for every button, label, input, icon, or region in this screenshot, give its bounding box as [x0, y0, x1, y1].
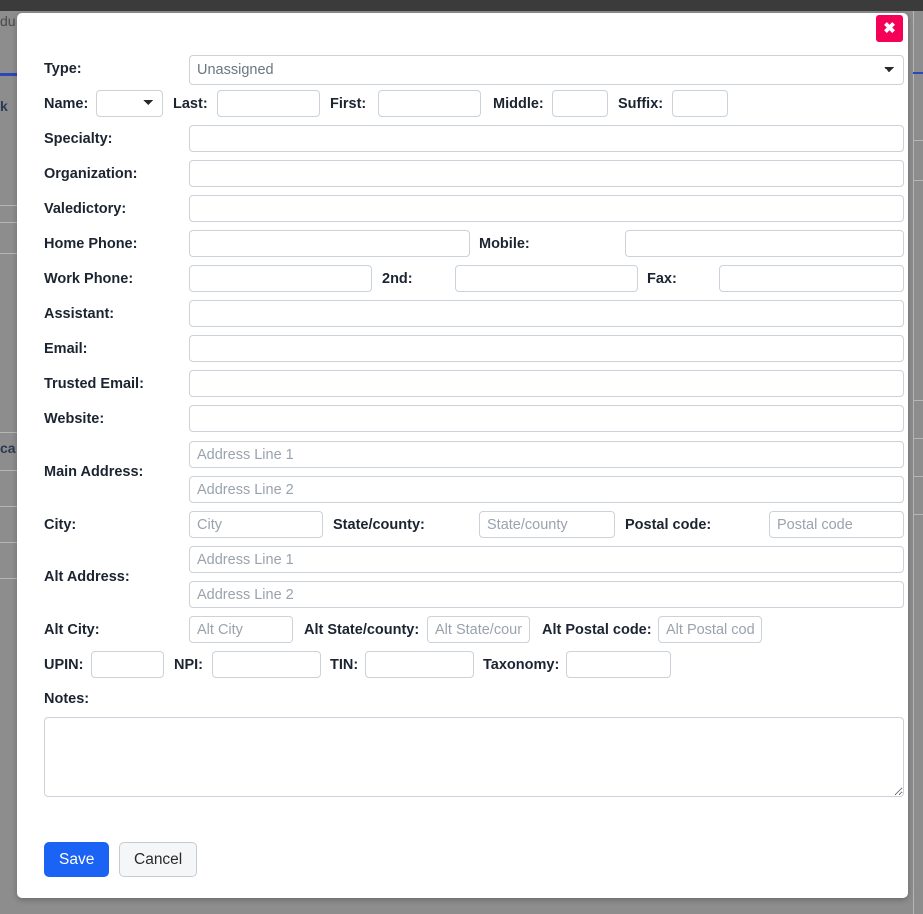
backdrop-row-divider: [913, 180, 923, 181]
main-address-label: Main Address:: [44, 464, 144, 480]
city-label: City:: [44, 517, 77, 533]
notes-label: Notes:: [44, 691, 90, 707]
upin-label: UPIN:: [44, 657, 84, 673]
email-input[interactable]: [189, 335, 904, 362]
home-phone-input[interactable]: [189, 230, 470, 257]
notes-textarea[interactable]: [44, 717, 904, 797]
specialty-input[interactable]: [189, 125, 904, 152]
backdrop-row-divider: [913, 140, 923, 141]
backdrop-right-underline: [913, 72, 923, 74]
backdrop-row-divider: [913, 476, 923, 477]
website-input[interactable]: [189, 405, 904, 432]
city-input[interactable]: [189, 511, 323, 538]
middle-name-input[interactable]: [552, 90, 608, 117]
backdrop-row-divider: [0, 542, 18, 543]
state-county-input[interactable]: [479, 511, 615, 538]
alt-city-input[interactable]: [189, 616, 293, 643]
organization-input[interactable]: [189, 160, 904, 187]
suffix-label: Suffix:: [618, 96, 664, 112]
name-label: Name:: [44, 96, 89, 112]
alt-city-label: Alt City:: [44, 622, 100, 638]
type-select[interactable]: Unassigned: [189, 55, 904, 85]
backdrop-row-divider: [0, 432, 18, 433]
backdrop-text-fragment-mid: k: [0, 98, 8, 114]
specialty-label: Specialty:: [44, 131, 113, 147]
upin-input[interactable]: [91, 651, 164, 678]
email-label: Email:: [44, 341, 88, 357]
first-name-input[interactable]: [378, 90, 481, 117]
npi-label: NPI:: [174, 657, 203, 673]
save-button[interactable]: Save: [44, 842, 110, 877]
alt-address-line1-input[interactable]: [189, 546, 904, 573]
main-address-line2-input[interactable]: [189, 476, 904, 503]
postal-code-input[interactable]: [769, 511, 904, 538]
assistant-input[interactable]: [189, 300, 904, 327]
backdrop-row-divider: [0, 506, 18, 507]
backdrop-row-divider: [0, 253, 18, 254]
contact-edit-dialog: ✖ Type: Unassigned Name: Last: First: Mi…: [17, 13, 908, 898]
first-name-label: First:: [330, 96, 367, 112]
cancel-button[interactable]: Cancel: [119, 842, 198, 877]
alt-address-line2-input[interactable]: [189, 581, 904, 608]
last-name-label: Last:: [173, 96, 208, 112]
work-phone-input[interactable]: [189, 265, 372, 292]
backdrop-row-divider: [0, 222, 18, 223]
backdrop-row-divider: [0, 205, 18, 206]
browser-top-bar: [0, 0, 923, 11]
work-phone-label: Work Phone:: [44, 271, 134, 287]
mobile-input[interactable]: [625, 230, 904, 257]
trusted-email-input[interactable]: [189, 370, 904, 397]
valedictory-input[interactable]: [189, 195, 904, 222]
backdrop-right-divider: [913, 11, 914, 914]
backdrop-row-divider: [0, 578, 18, 579]
trusted-email-label: Trusted Email:: [44, 376, 144, 392]
organization-label: Organization:: [44, 166, 138, 182]
tin-label: TIN:: [330, 657, 359, 673]
last-name-input[interactable]: [217, 90, 320, 117]
type-label: Type:: [44, 61, 82, 77]
alt-postal-code-label: Alt Postal code:: [542, 622, 652, 638]
state-county-label: State/county:: [333, 517, 425, 533]
name-prefix-select[interactable]: [96, 90, 163, 117]
backdrop-text-fragment-top: du: [0, 13, 16, 29]
alt-state-county-input[interactable]: [427, 616, 530, 643]
fax-label: Fax:: [647, 271, 677, 287]
alt-postal-code-input[interactable]: [658, 616, 762, 643]
main-address-line1-input[interactable]: [189, 441, 904, 468]
website-label: Website:: [44, 411, 105, 427]
tin-input[interactable]: [365, 651, 474, 678]
backdrop-row-divider: [913, 514, 923, 515]
home-phone-label: Home Phone:: [44, 236, 138, 252]
work-phone-2nd-input[interactable]: [455, 265, 638, 292]
backdrop-row-divider: [0, 470, 18, 471]
backdrop-row-divider: [913, 438, 923, 439]
valedictory-label: Valedictory:: [44, 201, 127, 217]
close-icon[interactable]: ✖: [876, 15, 903, 42]
work-phone-2nd-label: 2nd:: [382, 271, 413, 287]
assistant-label: Assistant:: [44, 306, 115, 322]
mobile-label: Mobile:: [479, 236, 530, 252]
backdrop-text-fragment-low: ca: [0, 440, 16, 456]
taxonomy-input[interactable]: [566, 651, 671, 678]
alt-state-county-label: Alt State/county:: [304, 622, 420, 638]
middle-name-label: Middle:: [493, 96, 544, 112]
backdrop-active-tab-underline: [0, 73, 18, 76]
alt-address-label: Alt Address:: [44, 569, 130, 585]
backdrop-row-divider: [913, 400, 923, 401]
taxonomy-label: Taxonomy:: [483, 657, 560, 673]
npi-input[interactable]: [212, 651, 321, 678]
suffix-input[interactable]: [672, 90, 728, 117]
postal-code-label: Postal code:: [625, 517, 712, 533]
fax-input[interactable]: [719, 265, 904, 292]
